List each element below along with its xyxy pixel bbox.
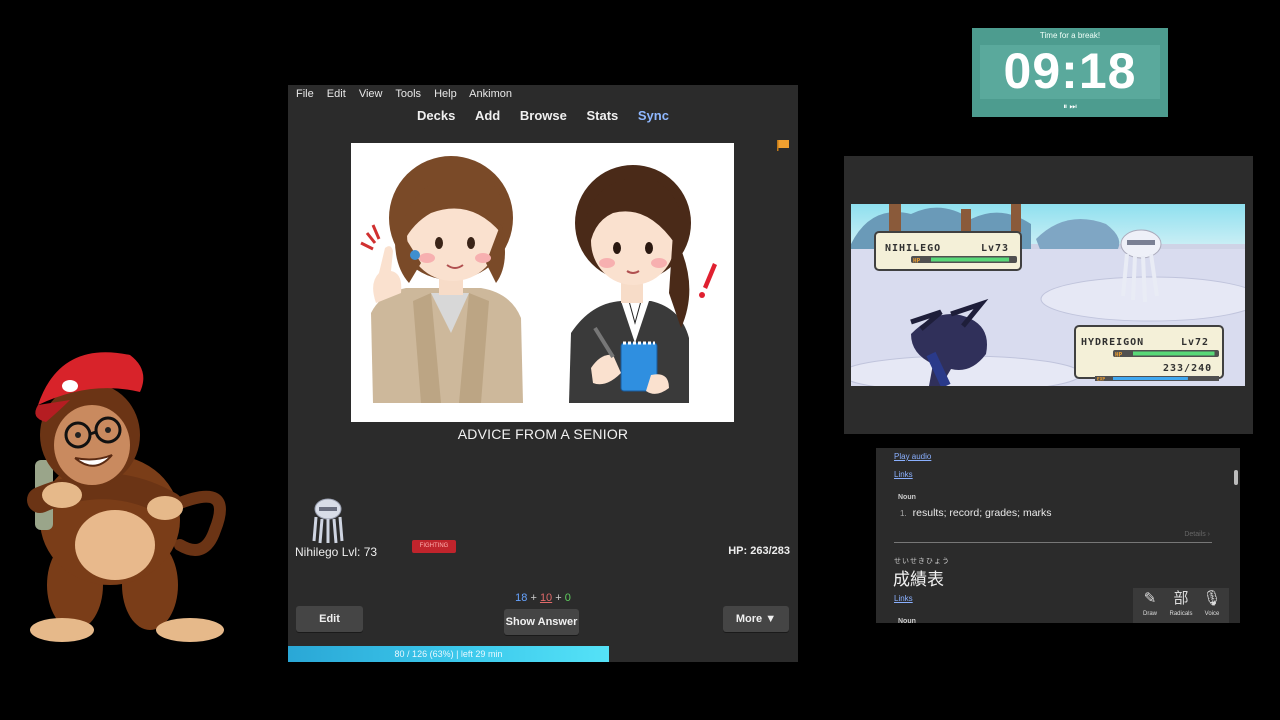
enemy-hp-label: HP: 263/283 — [728, 545, 790, 557]
toolbar-stats[interactable]: Stats — [586, 108, 618, 123]
menu-ankimon[interactable]: Ankimon — [469, 88, 512, 100]
player-hp-tag: HP — [1115, 352, 1123, 359]
anki-window: File Edit View Tools Help Ankimon Decks … — [288, 85, 798, 662]
learn-count: 10 — [539, 592, 553, 604]
tool-label: Draw — [1142, 611, 1157, 617]
definition: 1. results; record; grades; marks — [900, 507, 1052, 519]
menu-help[interactable]: Help — [434, 88, 457, 100]
edit-button[interactable]: Edit — [296, 606, 363, 632]
timer-title: Time for a break! — [1039, 31, 1101, 40]
menu-file[interactable]: File — [296, 88, 314, 100]
menu-edit[interactable]: Edit — [327, 88, 346, 100]
pencil-icon: ✎ — [1143, 590, 1157, 607]
toolbar-decks[interactable]: Decks — [417, 108, 455, 123]
details-link[interactable]: Details › — [1184, 531, 1210, 538]
timer-countdown: 09:18 — [1003, 43, 1137, 99]
player-exp-bar-fill — [1113, 377, 1188, 380]
kanji-headword: 成績表 — [893, 570, 944, 590]
plus-separator: + — [530, 592, 537, 604]
toolbar-add[interactable]: Add — [475, 108, 500, 123]
session-progress-bar: 80 / 126 (63%) | left 29 min — [288, 646, 609, 662]
player-status-box: HYDREIGON Lv72 HP 233/240 EXP — [1074, 325, 1224, 383]
player-name: HYDREIGON — [1081, 337, 1144, 348]
review-counts: 18 + 10 + 0 — [288, 592, 798, 604]
links-link[interactable]: Links — [894, 594, 913, 603]
enemy-level: Lv73 — [981, 243, 1009, 254]
definition-number: 1. — [900, 509, 907, 518]
radicals-tool[interactable]: 部 Radicals — [1166, 590, 1196, 617]
dictionary-popup: Play audio Links Noun 1. results; record;… — [876, 448, 1240, 623]
scrollbar-thumb[interactable] — [1234, 470, 1238, 485]
tool-label: Voice — [1204, 611, 1220, 617]
enemy-hp-bar-fill — [931, 257, 1010, 262]
tool-label: Radicals — [1169, 611, 1193, 617]
draw-tool[interactable]: ✎ Draw — [1135, 590, 1165, 617]
card-front-text: ADVICE FROM A SENIOR — [457, 426, 629, 442]
break-timer: Time for a break! 09:18 ⏸ ⏭ — [972, 28, 1168, 117]
timer-controls[interactable]: ⏸ ⏭ — [972, 102, 1168, 112]
player-hp-text: 233/240 — [1163, 363, 1212, 374]
play-audio-link[interactable]: Play audio — [894, 452, 931, 461]
radical-icon: 部 — [1173, 590, 1189, 607]
definition-text: results; record; grades; marks — [912, 507, 1052, 519]
toolbar-browse[interactable]: Browse — [520, 108, 567, 123]
review-count: 0 — [564, 592, 571, 604]
menu-tools[interactable]: Tools — [395, 88, 421, 100]
type-badge: FIGHTING — [412, 540, 456, 553]
player-hp-bar-fill — [1133, 351, 1215, 356]
plus-separator: + — [555, 592, 562, 604]
part-of-speech: Noun — [898, 494, 916, 501]
microphone-icon: 🎙 — [1202, 590, 1222, 607]
enemy-hp-tag: HP — [913, 258, 921, 265]
enemy-pokemon-label: Nihilego Lvl: 73 — [295, 545, 378, 559]
links-link[interactable]: Links — [894, 470, 913, 479]
enemy-name: NIHILEGO — [885, 243, 941, 254]
entry-divider — [894, 542, 1212, 543]
streamer-avatar — [27, 352, 226, 642]
pokemon-battle-screen: NIHILEGO Lv73 HP HYDREIGON Lv72 HP 233/2… — [851, 204, 1245, 386]
input-tools: ✎ Draw 部 Radicals 🎙 Voice — [1133, 588, 1229, 623]
nihilego-sprite-icon — [312, 498, 344, 544]
enemy-status-box: NIHILEGO Lv73 HP — [874, 231, 1022, 271]
main-toolbar: Decks Add Browse Stats Sync — [288, 108, 798, 123]
card-illustration — [351, 143, 734, 422]
voice-tool[interactable]: 🎙 Voice — [1197, 590, 1227, 617]
menu-view[interactable]: View — [359, 88, 383, 100]
new-count: 18 — [515, 592, 528, 604]
player-exp-tag: EXP — [1097, 377, 1105, 383]
toolbar-sync[interactable]: Sync — [638, 108, 669, 123]
part-of-speech: Noun — [898, 618, 916, 623]
player-level: Lv72 — [1181, 337, 1209, 348]
menu-bar: File Edit View Tools Help Ankimon — [296, 88, 522, 100]
show-answer-button[interactable]: Show Answer — [504, 609, 579, 635]
more-button[interactable]: More ▼ — [723, 606, 789, 632]
flag-icon[interactable] — [776, 138, 790, 152]
